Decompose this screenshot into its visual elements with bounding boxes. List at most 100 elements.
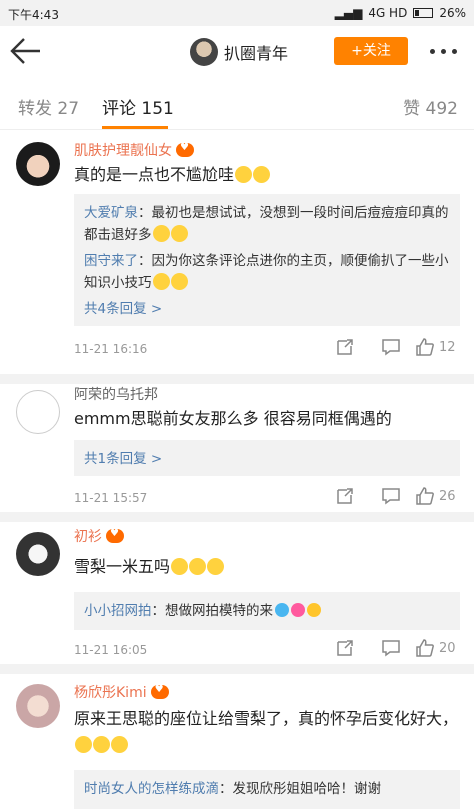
avatar[interactable] [16,390,60,434]
emoji-icon [93,736,110,753]
emoji-icon [75,736,92,753]
author-avatar[interactable] [190,38,218,66]
emoji-icon [253,166,271,183]
comment-icon [382,488,400,505]
status-time: 下午4:43 [8,8,59,22]
reply-text: ：最初也是想试试，没想到一段时间后痘痘痘印真的都击退好多 [84,205,449,243]
comment-username[interactable]: 杨欣彤Kimi [74,682,169,702]
reply-box[interactable]: 共1条回复 > [74,440,460,476]
emoji-icon [152,225,170,242]
like-count: 26 [439,488,456,504]
reply-text: ：想做网拍模特的来 [151,603,274,619]
comment-actions: 20 [322,638,460,658]
more-options-icon[interactable] [430,49,457,54]
emoji-icon [170,225,188,242]
like-button[interactable]: 26 [414,486,460,506]
network-label: 4G HD [368,6,408,20]
reply-button[interactable] [368,337,414,357]
blue-heart-icon [275,603,289,617]
tab-repost[interactable]: 转发 27 [18,94,79,119]
vip-badge-icon [176,142,194,157]
like-button[interactable]: 20 [414,638,460,658]
emoji-icon [189,558,207,575]
emoji-icon [111,736,128,753]
pink-heart-icon [291,603,305,617]
divider [0,374,474,384]
back-arrow-icon [10,38,40,64]
comment-item: 肌肤护理靓仙女 真的是一点也不尴尬哇 大爱矿泉：最初也是想试试，没想到一段时间后… [0,130,474,374]
divider [0,512,474,522]
share-icon [337,640,353,656]
emoji-icon [171,558,189,575]
emoji-icon [170,273,188,290]
top-bar: 扒圈青年 +关注 [0,26,474,76]
reply-box[interactable]: 小小招网拍：想做网拍模特的来 [74,592,460,630]
battery-level: 26% [439,6,466,20]
repost-button[interactable] [322,486,368,506]
comment-item: 阿荣的乌托邦 emmm思聪前女友那么多 很容易同框偶遇的 共1条回复 > 11-… [0,384,474,512]
comment-text: 雪梨一米五吗 [74,554,462,580]
reply-username[interactable]: 大爱矿泉 [84,205,138,221]
avatar[interactable] [16,684,60,728]
share-icon [337,488,353,504]
avatar[interactable] [16,142,60,186]
comment-text: emmm思聪前女友那么多 很容易同框偶遇的 [74,409,392,428]
reply-username[interactable]: 小小招网拍 [84,603,152,619]
share-icon [337,339,353,355]
comment-actions: 26 [322,486,460,506]
vip-badge-icon [106,528,124,543]
view-replies-link[interactable]: 共1条回复 > [84,448,450,470]
comment-actions: 12 [322,337,460,357]
reply-username[interactable]: 时尚女人的怎样练成滴 [84,781,219,797]
tab-like[interactable]: 赞 492 [403,94,458,119]
follow-button[interactable]: +关注 [334,37,408,65]
like-count: 20 [439,640,456,656]
active-tab-indicator [102,126,168,129]
comment-item: 杨欣彤Kimi 原来王思聪的座位让给雪梨了，真的怀孕后变化好大， 时尚女人的怎样… [0,674,474,809]
like-button[interactable]: 12 [414,337,460,357]
comment-icon [382,339,400,356]
signal-icon: ▂▄▆ [334,6,363,20]
reply-text: ：因为你这条评论点进你的主页，顺便偷扒了一些小知识小技巧 [84,253,449,291]
reply-box[interactable]: 大爱矿泉：最初也是想试试，没想到一段时间后痘痘痘印真的都击退好多 困守来了：因为… [74,194,460,326]
reply-item: 时尚女人的怎样练成滴：发现欣彤姐姐哈哈！谢谢 [84,778,450,800]
comment-username[interactable]: 肌肤护理靓仙女 [74,140,194,160]
comment-time: 11-21 16:16 [74,342,148,356]
tab-bar: 转发 27 评论 151 赞 492 [0,76,474,130]
reply-item: 大爱矿泉：最初也是想试试，没想到一段时间后痘痘痘印真的都击退好多 [84,202,450,246]
divider [0,664,474,674]
comment-icon [382,640,400,657]
reply-username[interactable]: 困守来了 [84,253,138,269]
reply-button[interactable] [368,486,414,506]
comment-username[interactable]: 初衫 [74,526,124,546]
comment-text: 真的是一点也不尴尬哇 [74,162,462,188]
repost-button[interactable] [322,638,368,658]
tab-comment[interactable]: 评论 151 [102,94,174,119]
thumbs-up-icon [416,338,434,356]
back-button[interactable] [8,34,48,68]
thumbs-up-icon [416,487,434,505]
thumbs-up-icon [416,639,434,657]
repost-button[interactable] [322,337,368,357]
reply-item: 困守来了：因为你这条评论点进你的主页，顺便偷扒了一些小知识小技巧 [84,250,450,294]
avatar[interactable] [16,532,60,576]
comment-username[interactable]: 阿荣的乌托邦 [74,384,158,404]
vip-badge-icon [150,684,169,699]
emoji-icon [207,558,225,575]
reply-item: 小小招网拍：想做网拍模特的来 [84,600,450,622]
comment-time: 11-21 15:57 [74,491,148,505]
battery-icon [413,8,434,18]
comment-time: 11-21 16:05 [74,643,148,657]
status-bar: 下午4:43 ▂▄▆ 4G HD 26% [0,0,474,26]
emoji-icon [235,166,253,183]
view-replies-link[interactable]: 共4条回复 > [84,298,450,320]
author-name[interactable]: 扒圈青年 [224,40,288,64]
comment-text: 原来王思聪的座位让给雪梨了，真的怀孕后变化好大， [74,706,462,758]
status-icons: ▂▄▆ 4G HD 26% [335,6,466,20]
reply-button[interactable] [368,638,414,658]
reply-text: ：发现欣彤姐姐哈哈！谢谢 [219,781,381,797]
like-count: 12 [439,339,456,355]
yellow-heart-icon [307,603,321,617]
reply-box[interactable]: 时尚女人的怎样练成滴：发现欣彤姐姐哈哈！谢谢 [74,770,460,809]
emoji-icon [152,273,170,290]
